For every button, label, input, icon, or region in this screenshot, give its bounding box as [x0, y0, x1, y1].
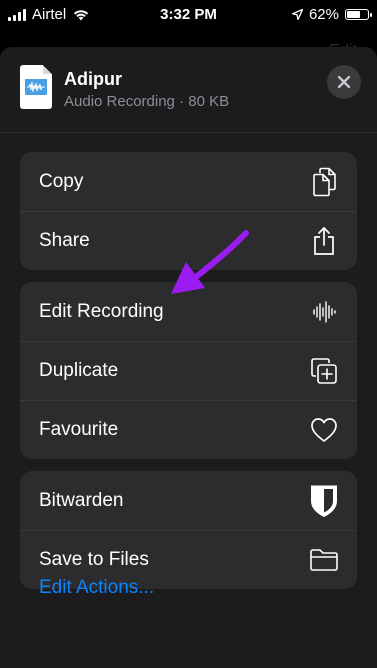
- audio-file-icon: [20, 65, 52, 109]
- action-favourite[interactable]: Favourite: [20, 400, 357, 459]
- battery-icon: [345, 9, 372, 20]
- action-duplicate[interactable]: Duplicate: [20, 341, 357, 400]
- share-icon: [309, 226, 339, 256]
- action-label: Edit Recording: [39, 300, 164, 322]
- action-group-edit: Edit Recording Duplicate Favourite: [20, 282, 357, 459]
- shield-icon: [309, 485, 339, 517]
- action-edit-recording[interactable]: Edit Recording: [20, 282, 357, 341]
- sheet-header: Adipur Audio Recording · 80 KB: [0, 47, 377, 133]
- action-bitwarden[interactable]: Bitwarden: [20, 471, 357, 530]
- copy-icon: [309, 167, 339, 197]
- action-group-extensions: Bitwarden Save to Files: [20, 471, 357, 589]
- battery-percent: 62%: [308, 6, 339, 23]
- action-label: Favourite: [39, 419, 119, 440]
- action-label: Duplicate: [39, 360, 119, 381]
- status-right: 62%: [291, 6, 372, 23]
- duplicate-icon: [309, 356, 339, 386]
- edit-actions-link[interactable]: Edit Actions...: [39, 577, 154, 599]
- file-subtitle: Audio Recording · 80 KB: [64, 93, 230, 110]
- heart-icon: [309, 415, 339, 445]
- location-arrow-icon: [291, 9, 303, 20]
- action-group-primary: Copy Share: [20, 152, 357, 270]
- close-button[interactable]: [327, 65, 361, 99]
- close-icon: [337, 75, 351, 89]
- action-label: Copy: [39, 170, 84, 192]
- waveform-icon: [309, 297, 339, 327]
- file-title: Adipur: [64, 69, 122, 89]
- status-bar: Airtel 3:32 PM 62%: [0, 0, 377, 30]
- action-share[interactable]: Share: [20, 211, 357, 270]
- action-copy[interactable]: Copy: [20, 152, 357, 211]
- action-label: Share: [39, 230, 90, 251]
- action-label: Bitwarden: [39, 489, 124, 511]
- folder-icon: [309, 545, 339, 575]
- action-label: Save to Files: [39, 549, 149, 570]
